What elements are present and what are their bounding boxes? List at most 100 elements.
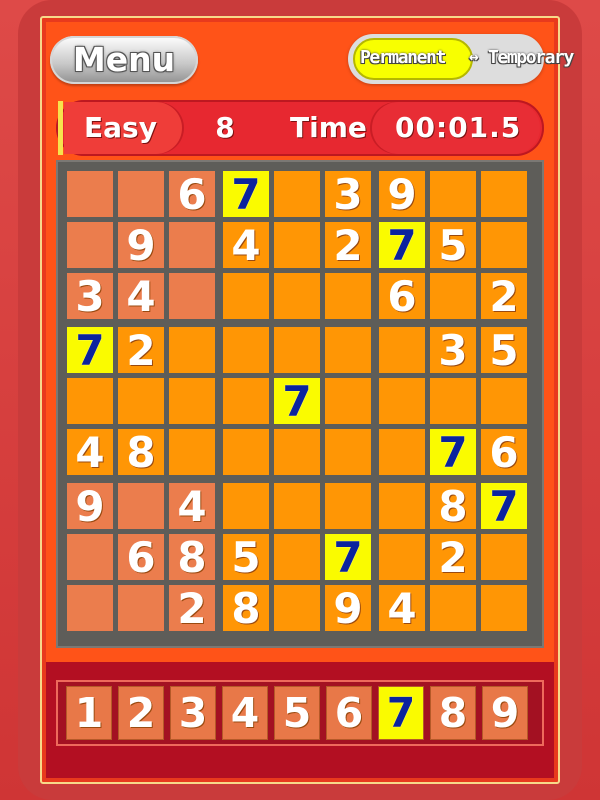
temporary-label: Temporary	[488, 47, 574, 68]
grid-cell[interactable]	[118, 378, 164, 424]
grid-cell[interactable]	[430, 378, 476, 424]
grid-cell[interactable]: 7	[481, 483, 527, 530]
grid-cell[interactable]	[223, 483, 269, 529]
grid-cell[interactable]: 6	[379, 273, 425, 320]
number-key-9[interactable]: 9	[482, 686, 528, 740]
grid-cell[interactable]	[223, 429, 269, 475]
grid-cell[interactable]	[481, 585, 527, 631]
grid-cell[interactable]	[274, 222, 320, 268]
puzzle-level: 8	[215, 111, 235, 144]
grid-cell[interactable]	[430, 273, 476, 319]
grid-cell[interactable]	[118, 483, 164, 529]
grid-cell[interactable]	[379, 483, 425, 529]
grid-cell[interactable]: 7	[325, 534, 371, 581]
grid-cell[interactable]	[67, 585, 113, 631]
grid-cell[interactable]: 3	[67, 273, 113, 320]
grid-cell[interactable]	[169, 327, 215, 373]
grid-cell[interactable]: 8	[223, 585, 269, 632]
grid-cell[interactable]: 7	[379, 222, 425, 269]
grid-cell[interactable]	[274, 429, 320, 475]
grid-cell[interactable]	[169, 273, 215, 319]
grid-cell[interactable]	[169, 222, 215, 268]
grid-cell[interactable]	[67, 534, 113, 580]
grid-cell[interactable]	[274, 171, 320, 217]
grid-cell[interactable]	[274, 273, 320, 319]
grid-cell[interactable]	[169, 378, 215, 424]
permanent-label: Permanent	[360, 47, 446, 68]
grid-cell[interactable]: 5	[223, 534, 269, 581]
grid-cell[interactable]	[325, 273, 371, 319]
grid-cell[interactable]: 5	[430, 222, 476, 269]
sudoku-board: 6739 94275 3462 7235 7 4876 9487 68572 2…	[56, 160, 544, 648]
time-label: Time	[290, 111, 367, 144]
grid-cell[interactable]: 9	[67, 483, 113, 530]
grid-cell[interactable]	[67, 171, 113, 217]
grid-cell[interactable]	[118, 585, 164, 631]
grid-cell[interactable]: 4	[118, 273, 164, 320]
grid-cell[interactable]	[481, 171, 527, 217]
number-key-4[interactable]: 4	[222, 686, 268, 740]
number-key-7[interactable]: 7	[378, 686, 424, 740]
grid-cell[interactable]: 7	[67, 327, 113, 374]
grid-cell[interactable]: 7	[274, 378, 320, 425]
grid-cell[interactable]	[325, 483, 371, 529]
grid-cell[interactable]	[118, 171, 164, 217]
elapsed-time: 00:01.5	[395, 111, 522, 144]
grid-cell[interactable]: 2	[481, 273, 527, 320]
grid-cell[interactable]	[379, 327, 425, 373]
grid-cell[interactable]	[325, 429, 371, 475]
grid-cell[interactable]: 4	[223, 222, 269, 269]
grid-cell[interactable]	[379, 429, 425, 475]
grid-cell[interactable]	[325, 378, 371, 424]
grid-cell[interactable]: 6	[118, 534, 164, 581]
grid-cell[interactable]	[379, 378, 425, 424]
number-key-8[interactable]: 8	[430, 686, 476, 740]
grid-cell[interactable]: 3	[430, 327, 476, 374]
grid-cell[interactable]: 4	[67, 429, 113, 476]
grid-cell[interactable]: 4	[169, 483, 215, 530]
grid-cell[interactable]: 9	[118, 222, 164, 269]
grid-cell[interactable]	[274, 534, 320, 580]
grid-cell[interactable]: 9	[379, 171, 425, 218]
grid-cell[interactable]: 3	[325, 171, 371, 218]
grid-cell[interactable]	[223, 378, 269, 424]
grid-cell[interactable]	[223, 273, 269, 319]
grid-cell[interactable]: 8	[118, 429, 164, 476]
menu-button[interactable]: Menu	[50, 36, 198, 84]
grid-cell[interactable]	[481, 222, 527, 268]
grid-cell[interactable]: 8	[169, 534, 215, 581]
grid-cell[interactable]: 2	[325, 222, 371, 269]
grid-cell[interactable]	[274, 327, 320, 373]
number-key-1[interactable]: 1	[66, 686, 112, 740]
grid-cell[interactable]: 2	[430, 534, 476, 581]
grid-cell[interactable]	[481, 378, 527, 424]
grid-cell[interactable]: 6	[481, 429, 527, 476]
number-key-3[interactable]: 3	[170, 686, 216, 740]
grid-cell[interactable]: 7	[223, 171, 269, 218]
grid-cell[interactable]	[67, 378, 113, 424]
grid-cell[interactable]	[274, 483, 320, 529]
grid-cell[interactable]: 2	[118, 327, 164, 374]
grid-cell[interactable]	[223, 327, 269, 373]
grid-cell[interactable]: 6	[169, 171, 215, 218]
difficulty-label: Easy	[84, 111, 157, 144]
grid-cell[interactable]	[67, 222, 113, 268]
permanent-temporary-toggle[interactable]: Permanent ↔ Temporary	[348, 34, 574, 84]
grid-cell[interactable]	[430, 585, 476, 631]
grid-cell[interactable]	[379, 534, 425, 580]
grid-cell[interactable]	[274, 585, 320, 631]
grid-cell[interactable]	[430, 171, 476, 217]
number-key-5[interactable]: 5	[274, 686, 320, 740]
grid-cell[interactable]: 4	[379, 585, 425, 632]
grid-cell[interactable]: 2	[169, 585, 215, 632]
number-key-2[interactable]: 2	[118, 686, 164, 740]
grid-cell[interactable]: 8	[430, 483, 476, 530]
status-accent	[58, 101, 63, 155]
grid-cell[interactable]: 5	[481, 327, 527, 374]
number-key-6[interactable]: 6	[326, 686, 372, 740]
grid-cell[interactable]: 9	[325, 585, 371, 632]
grid-cell[interactable]	[325, 327, 371, 373]
grid-cell[interactable]	[169, 429, 215, 475]
grid-cell[interactable]	[481, 534, 527, 580]
grid-cell[interactable]: 7	[430, 429, 476, 476]
